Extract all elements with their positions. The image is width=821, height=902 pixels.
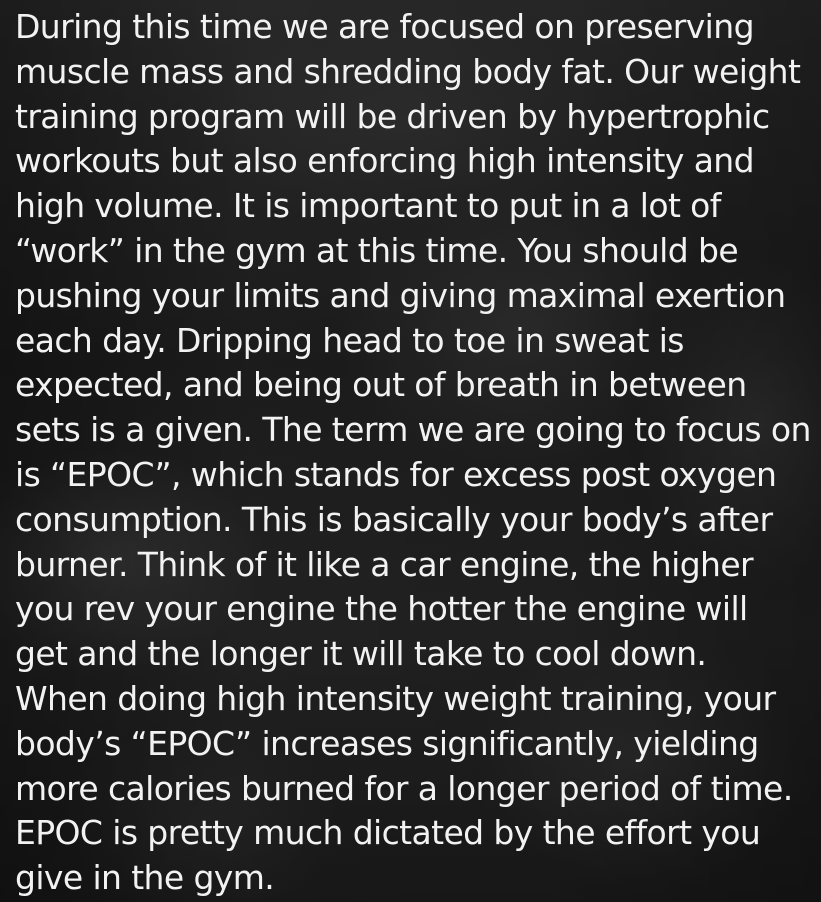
body-paragraph: During this time we are focused on prese…: [15, 7, 811, 898]
